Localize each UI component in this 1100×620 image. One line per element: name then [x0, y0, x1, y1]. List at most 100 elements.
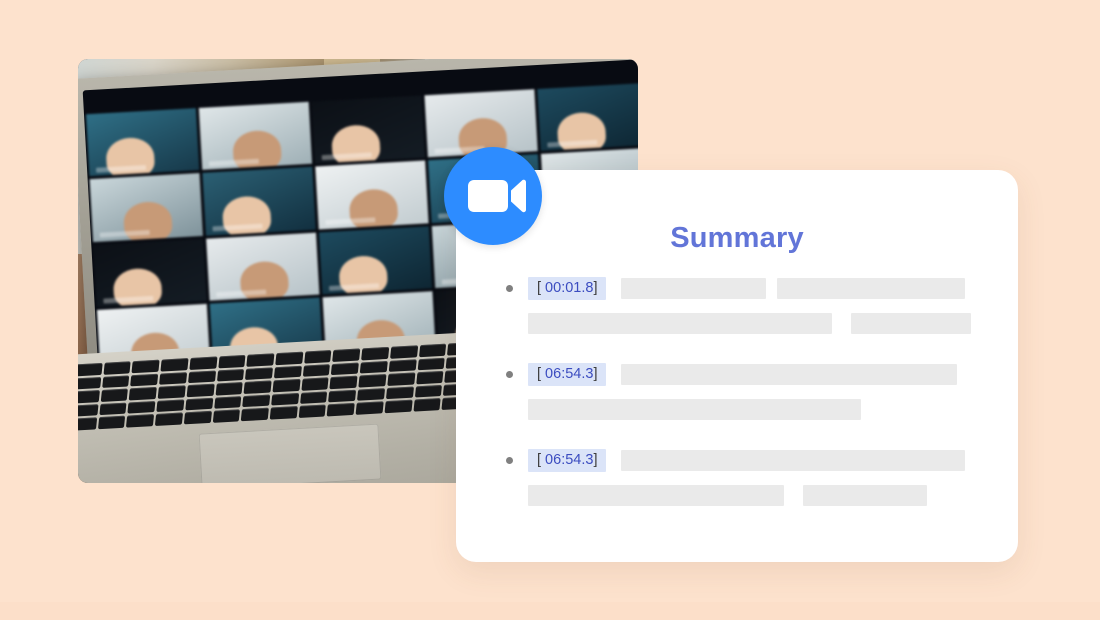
keyboard-key — [418, 343, 447, 357]
keyboard-key — [355, 401, 384, 415]
participant-tile — [311, 95, 425, 164]
keyboard-key — [415, 371, 444, 385]
timestamp-bracket-close: ] — [593, 365, 598, 382]
keyboard-key — [414, 384, 443, 398]
participant-tile — [202, 166, 316, 236]
keyboard-key — [242, 394, 271, 408]
keyboard-key — [100, 388, 129, 402]
timestamp-bracket-close: ] — [593, 451, 598, 468]
keyboard-key — [329, 375, 358, 390]
keyboard-key — [387, 372, 416, 386]
text-placeholder-bar — [851, 313, 971, 334]
participant-tile — [198, 101, 313, 171]
keyboard-key — [275, 351, 304, 365]
keyboard-key — [159, 371, 188, 385]
text-placeholder-bar — [621, 363, 958, 385]
summary-item-row-secondary — [528, 313, 980, 334]
keyboard-key — [212, 409, 241, 423]
summary-item-row-primary: [ 06:54.3] — [506, 362, 980, 386]
keyboard-key — [185, 397, 213, 411]
keyboard-key — [298, 404, 327, 419]
text-placeholder-bar — [528, 485, 784, 506]
keyboard-key — [271, 392, 299, 406]
keyboard-key — [385, 386, 414, 400]
summary-item: [ 06:54.3] — [506, 362, 980, 420]
keyboard-key — [126, 414, 155, 428]
summary-item-row-secondary — [528, 399, 980, 420]
keyboard-key — [101, 374, 130, 389]
keyboard-key — [78, 403, 99, 418]
participant-tile — [85, 108, 200, 177]
keyboard-key — [78, 376, 102, 390]
keyboard-key — [103, 361, 132, 375]
keyboard-key — [331, 362, 360, 376]
zoom-video-camera-icon — [468, 179, 526, 213]
zoom-logo-badge — [444, 147, 542, 245]
list-bullet-icon — [506, 284, 513, 292]
keyboard-key — [357, 387, 385, 402]
keyboard-key — [301, 377, 330, 391]
participant-tile — [93, 238, 207, 307]
keyboard-key — [129, 387, 157, 401]
summary-item-row-primary: [ 00:01.8] — [506, 276, 980, 300]
keyboard-key — [155, 412, 183, 427]
keyboard-key — [130, 373, 159, 387]
keyboard-key — [246, 353, 275, 367]
keyboard-key — [269, 406, 298, 420]
participant-tile — [315, 160, 429, 229]
keyboard-key — [217, 354, 246, 369]
keyboard-key — [302, 363, 331, 377]
keyboard-key — [299, 391, 328, 405]
keyboard-key — [78, 390, 100, 404]
keyboard-key — [332, 348, 361, 362]
timestamp-chip[interactable]: [ 06:54.3] — [528, 362, 607, 386]
keyboard-key — [241, 408, 269, 422]
keyboard-key — [213, 395, 242, 410]
keyboard-key — [417, 357, 446, 371]
laptop-trackpad — [198, 423, 382, 483]
keyboard-key — [413, 398, 441, 412]
keyboard-key — [187, 370, 216, 384]
timestamp-value: 00:01.8 — [541, 279, 594, 296]
laptop-keyboard — [78, 342, 476, 431]
text-placeholder-bar — [621, 449, 966, 471]
keyboard-key — [183, 411, 212, 425]
summary-item-row-secondary — [528, 485, 980, 506]
keyboard-key — [186, 383, 215, 398]
timestamp-bracket-close: ] — [593, 279, 598, 296]
summary-item: [ 06:54.3] — [506, 448, 980, 506]
keyboard-key — [215, 382, 244, 396]
keyboard-key — [97, 416, 126, 430]
summary-item-list: [ 00:01.8] [ 06:54.3] [ 06:54.3] — [506, 276, 980, 506]
keyboard-key — [273, 365, 302, 379]
timestamp-value: 06:54.3 — [541, 365, 594, 382]
timestamp-chip[interactable]: [ 06:54.3] — [528, 448, 607, 472]
keyboard-key — [78, 417, 97, 431]
keyboard-key — [189, 356, 218, 370]
participant-tile — [206, 232, 320, 301]
keyboard-key — [157, 385, 186, 399]
keyboard-key — [272, 379, 301, 393]
keyboard-key — [245, 366, 274, 381]
keyboard-key — [361, 346, 390, 361]
text-placeholder-bar — [528, 399, 861, 420]
background-bottom-band — [0, 602, 1100, 620]
keyboard-key — [127, 400, 156, 414]
participant-tile — [318, 225, 433, 295]
text-placeholder-bar — [777, 277, 966, 299]
summary-item: [ 00:01.8] — [506, 276, 980, 334]
keyboard-key — [384, 400, 413, 414]
keyboard-key — [327, 403, 355, 417]
keyboard-key — [156, 399, 185, 413]
keyboard-key — [131, 359, 160, 373]
screenshot-stage: Summary [ 00:01.8][ 06:54.3][ 06:54.3] — [0, 0, 1100, 620]
keyboard-key — [358, 374, 387, 388]
summary-item-row-primary: [ 06:54.3] — [506, 448, 980, 472]
text-placeholder-bar — [803, 485, 927, 506]
keyboard-key — [359, 360, 388, 374]
timestamp-value: 06:54.3 — [541, 451, 594, 468]
participant-tile — [537, 82, 638, 152]
list-bullet-icon — [506, 370, 513, 378]
list-bullet-icon — [506, 456, 513, 464]
timestamp-chip[interactable]: [ 00:01.8] — [528, 276, 607, 300]
